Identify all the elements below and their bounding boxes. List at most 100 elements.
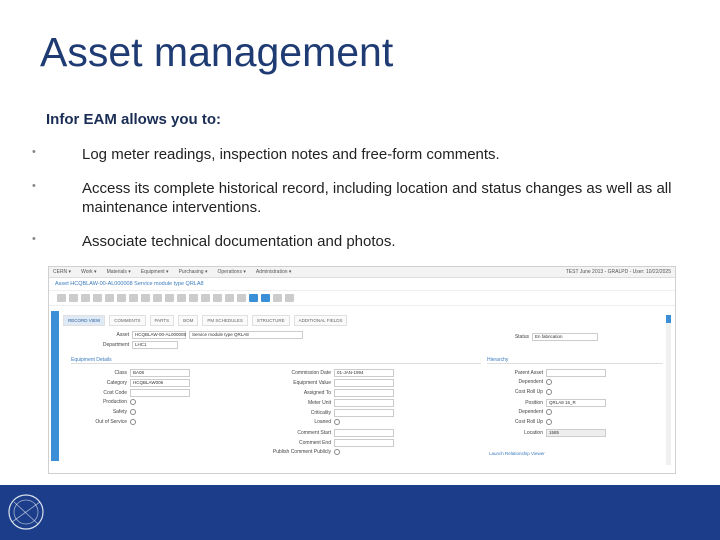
field-label: Category bbox=[106, 380, 127, 386]
cern-logo bbox=[8, 494, 44, 530]
production-checkbox[interactable] bbox=[130, 399, 136, 405]
menu-item[interactable]: Operations ▾ bbox=[217, 269, 245, 275]
field-equipment-value: Equipment Value bbox=[269, 379, 394, 387]
assigned-to-input[interactable] bbox=[334, 389, 394, 397]
loaned-checkbox[interactable] bbox=[334, 419, 340, 425]
toolbar-icon[interactable] bbox=[117, 294, 126, 302]
publish-comment-checkbox[interactable] bbox=[334, 449, 340, 455]
toolbar-icon[interactable] bbox=[201, 294, 210, 302]
field-comment-start: Comment Start bbox=[269, 429, 394, 437]
footer-band bbox=[0, 485, 720, 540]
field-label: Cost Code bbox=[103, 390, 127, 396]
field-parent-asset: Parent Asset bbox=[489, 369, 606, 377]
toolbar-icon[interactable] bbox=[285, 294, 294, 302]
tab-record-view[interactable]: RECORD VIEW bbox=[63, 315, 106, 326]
menu-item[interactable]: Equipment ▾ bbox=[141, 269, 169, 275]
field-cost-roll-up: Cost Roll Up bbox=[489, 389, 552, 395]
bullet-icon: • bbox=[32, 179, 36, 192]
scrollbar[interactable] bbox=[666, 315, 671, 465]
bullet-item: • Log meter readings, inspection notes an… bbox=[30, 145, 690, 165]
toolbar-icon[interactable] bbox=[189, 294, 198, 302]
toolbar-icon[interactable] bbox=[93, 294, 102, 302]
field-label: Cost Roll Up bbox=[514, 419, 543, 425]
field-production: Production bbox=[73, 399, 136, 405]
toolbar-icon[interactable] bbox=[57, 294, 66, 302]
tab-structure[interactable]: STRUCTURE bbox=[251, 315, 290, 326]
status-select[interactable]: En fabrication bbox=[532, 333, 598, 341]
toolbar-icon[interactable] bbox=[105, 294, 114, 302]
field-label: Assigned To bbox=[303, 390, 331, 396]
field-label: Dependent bbox=[518, 409, 543, 415]
toolbar-icon[interactable] bbox=[237, 294, 246, 302]
toolbar-icon[interactable] bbox=[81, 294, 90, 302]
toolbar-icon[interactable] bbox=[141, 294, 150, 302]
menu-item[interactable]: CERN ▾ bbox=[53, 269, 71, 275]
commission-date-input[interactable]: 01-JAN-1994 bbox=[334, 369, 394, 377]
field-label: Parent Asset bbox=[514, 370, 543, 376]
record-body: RECORD VIEW COMMENTS PARTS BOM PM SCHEDU… bbox=[49, 305, 675, 473]
field-dependent-2: Dependent bbox=[489, 409, 552, 415]
toolbar-icon[interactable] bbox=[177, 294, 186, 302]
bullet-list: • Log meter readings, inspection notes an… bbox=[30, 145, 690, 265]
dependent-checkbox[interactable] bbox=[546, 409, 552, 415]
menu-item[interactable]: Administration ▾ bbox=[256, 269, 292, 275]
menu-item[interactable]: Work ▾ bbox=[81, 269, 96, 275]
asset-desc-input[interactable]: Service module type QRLA8 bbox=[189, 331, 303, 339]
tab-parts[interactable]: PARTS bbox=[149, 315, 175, 326]
equipment-value-input[interactable] bbox=[334, 379, 394, 387]
toolbar-icon[interactable] bbox=[261, 294, 270, 302]
parent-asset-input[interactable] bbox=[546, 369, 606, 377]
position-input[interactable]: QRLA8 15_R bbox=[546, 399, 606, 407]
field-label: Dependent bbox=[518, 379, 543, 385]
equipment-details-header[interactable]: Equipment Details bbox=[71, 357, 481, 364]
relationship-viewer-link[interactable]: Launch Relationship Viewer bbox=[489, 451, 545, 456]
breadcrumb: Asset HCQBLAW-00-AL000008 Service module… bbox=[49, 278, 675, 291]
toolbar-icon[interactable] bbox=[225, 294, 234, 302]
field-commission-date: Commission Date 01-JAN-1994 bbox=[269, 369, 394, 377]
field-label: Commission Date bbox=[291, 370, 331, 376]
toolbar-icon[interactable] bbox=[165, 294, 174, 302]
toolbar-icon[interactable] bbox=[213, 294, 222, 302]
list-view-tab[interactable] bbox=[51, 311, 59, 461]
safety-checkbox[interactable] bbox=[130, 409, 136, 415]
class-input[interactable]: BA08 bbox=[130, 369, 190, 377]
category-input[interactable]: HCQBLAW006 bbox=[130, 379, 190, 387]
tab-additional-fields[interactable]: ADDITIONAL FIELDS bbox=[293, 315, 348, 326]
field-category: Category HCQBLAW006 bbox=[73, 379, 190, 387]
dept-input[interactable]: LHC1 bbox=[132, 341, 178, 349]
menu-item[interactable]: Materials ▾ bbox=[107, 269, 131, 275]
scroll-icon[interactable] bbox=[666, 315, 671, 323]
criticality-input[interactable] bbox=[334, 409, 394, 417]
toolbar-icon[interactable] bbox=[273, 294, 282, 302]
toolbar-icon[interactable] bbox=[249, 294, 258, 302]
cost-roll-up-checkbox[interactable] bbox=[546, 389, 552, 395]
field-safety: Safety bbox=[73, 409, 136, 415]
cost-code-input[interactable] bbox=[130, 389, 190, 397]
toolbar-icon[interactable] bbox=[69, 294, 78, 302]
out-of-service-checkbox[interactable] bbox=[130, 419, 136, 425]
menu-item[interactable]: Purchasing ▾ bbox=[179, 269, 208, 275]
bullet-icon: • bbox=[32, 232, 36, 245]
session-info: TEST June 2013 - GRALPD - User: 10/22/20… bbox=[565, 269, 671, 275]
bullet-item: • Associate technical documentation and p… bbox=[30, 232, 690, 252]
field-label: Cost Roll Up bbox=[514, 389, 543, 395]
toolbar-icon[interactable] bbox=[129, 294, 138, 302]
meter-unit-input[interactable] bbox=[334, 399, 394, 407]
cost-roll-up-checkbox[interactable] bbox=[546, 419, 552, 425]
comment-end-input[interactable] bbox=[334, 439, 394, 447]
field-class: Class BA08 bbox=[73, 369, 190, 377]
status-row: Status En fabrication bbox=[489, 333, 598, 341]
tab-comments[interactable]: COMMENTS bbox=[109, 315, 146, 326]
hierarchy-header[interactable]: Hierarchy bbox=[487, 357, 663, 364]
dependent-checkbox[interactable] bbox=[546, 379, 552, 385]
comment-start-input[interactable] bbox=[334, 429, 394, 437]
asset-code-input[interactable]: HCQBLAW-00-AL000008 bbox=[132, 331, 186, 339]
field-assigned-to: Assigned To bbox=[269, 389, 394, 397]
asset-label: Asset bbox=[116, 332, 129, 338]
field-publish-comment: Publish Comment Publicly bbox=[269, 449, 340, 455]
toolbar-icon[interactable] bbox=[153, 294, 162, 302]
tab-bom[interactable]: BOM bbox=[178, 315, 199, 326]
asset-row: Asset HCQBLAW-00-AL000008 Service module… bbox=[89, 331, 303, 339]
tab-pm-schedules[interactable]: PM SCHEDULES bbox=[202, 315, 248, 326]
field-label: Equipment Value bbox=[293, 380, 331, 386]
